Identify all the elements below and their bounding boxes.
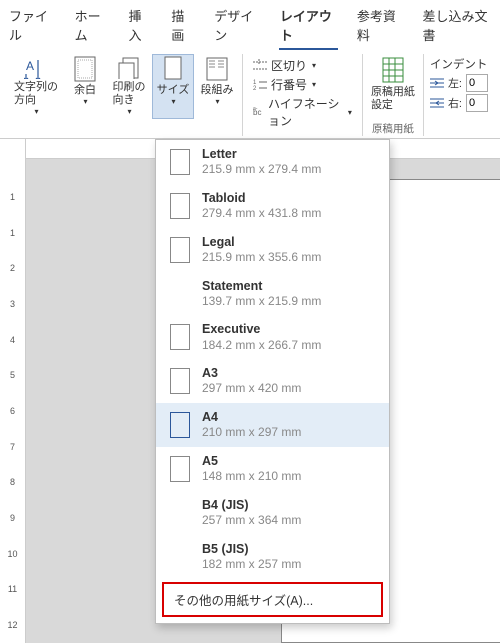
svg-text:a-: a- xyxy=(253,106,258,112)
chevron-down-icon: ▾ xyxy=(215,97,219,107)
hyphenation-icon: bca- xyxy=(253,105,264,119)
page-icon xyxy=(170,412,190,438)
columns-icon xyxy=(205,56,229,82)
size-item-a3[interactable]: A3297 mm x 420 mm xyxy=(156,359,389,403)
manuscript-group-label: 原稿用紙 xyxy=(367,121,419,136)
margins-button[interactable]: 余白▾ xyxy=(64,54,106,119)
indent-left-label: 左: xyxy=(448,75,462,91)
size-dropdown: Letter215.9 mm x 279.4 mm Tabloid279.4 m… xyxy=(155,139,390,624)
breaks-icon xyxy=(253,59,267,73)
more-sizes-highlight: その他の用紙サイズ(A)... xyxy=(162,582,383,617)
tab-insert[interactable]: 挿入 xyxy=(128,4,153,50)
svg-text:2: 2 xyxy=(253,86,257,92)
size-item-statement[interactable]: Statement139.7 mm x 215.9 mm xyxy=(156,272,389,316)
indent-label: インデント xyxy=(430,56,488,72)
size-button[interactable]: サイズ▾ xyxy=(152,54,194,119)
chevron-down-icon: ▾ xyxy=(312,61,316,70)
size-icon xyxy=(161,56,185,82)
workspace: 1123456789101112 Letter215.9 mm x 279.4 … xyxy=(0,139,500,643)
size-item-executive[interactable]: Executive184.2 mm x 266.7 mm xyxy=(156,315,389,359)
page-icon xyxy=(170,193,190,219)
tab-home[interactable]: ホーム xyxy=(74,4,110,50)
page-icon xyxy=(170,368,190,394)
hyphenation-button[interactable]: bca- ハイフネーション▾ xyxy=(249,94,356,130)
tab-draw[interactable]: 描画 xyxy=(170,4,195,50)
size-item-letter[interactable]: Letter215.9 mm x 279.4 mm xyxy=(156,140,389,184)
size-item-b4[interactable]: B4 (JIS)257 mm x 364 mm xyxy=(156,491,389,535)
page-icon xyxy=(170,456,190,482)
chevron-down-icon: ▾ xyxy=(312,80,316,89)
indent-right-input[interactable] xyxy=(466,94,488,112)
tab-file[interactable]: ファイル xyxy=(8,4,56,50)
size-item-b5[interactable]: B5 (JIS)182 mm x 257 mm xyxy=(156,535,389,579)
size-item-legal[interactable]: Legal215.9 mm x 355.6 mm xyxy=(156,228,389,272)
vertical-ruler: 1123456789101112 xyxy=(0,139,26,643)
size-item-a5[interactable]: A5148 mm x 210 mm xyxy=(156,447,389,491)
breaks-button[interactable]: 区切り▾ xyxy=(249,56,320,75)
page-icon xyxy=(170,324,190,350)
line-numbers-icon: 12 xyxy=(253,78,267,92)
text-direction-button[interactable]: A 文字列の 方向▾ xyxy=(10,54,62,119)
columns-button[interactable]: 段組み▾ xyxy=(196,54,238,119)
indent-left-icon xyxy=(430,77,444,89)
text-direction-icon: A xyxy=(24,56,48,79)
indent-right-label: 右: xyxy=(448,95,462,111)
indent-left-input[interactable] xyxy=(466,74,488,92)
svg-text:A: A xyxy=(26,59,34,73)
size-item-a4[interactable]: A4210 mm x 297 mm xyxy=(156,403,389,447)
chevron-down-icon: ▾ xyxy=(34,107,38,117)
tab-references[interactable]: 参考資料 xyxy=(356,4,404,50)
chevron-down-icon: ▾ xyxy=(348,108,352,117)
manuscript-setup-button[interactable]: 原稿用紙 設定 xyxy=(367,54,419,119)
margins-icon xyxy=(73,56,97,82)
page-icon xyxy=(170,149,190,175)
tab-design[interactable]: デザイン xyxy=(213,4,261,50)
page-icon xyxy=(170,237,190,263)
more-paper-sizes-button[interactable]: その他の用紙サイズ(A)... xyxy=(164,584,381,615)
ribbon-tabs: ファイル ホーム 挿入 描画 デザイン レイアウト 参考資料 差し込み文書 xyxy=(0,0,500,50)
chevron-down-icon: ▾ xyxy=(127,107,131,117)
chevron-down-icon: ▾ xyxy=(171,97,175,107)
line-numbers-button[interactable]: 12 行番号▾ xyxy=(249,75,320,94)
size-item-tabloid[interactable]: Tabloid279.4 mm x 431.8 mm xyxy=(156,184,389,228)
indent-right-icon xyxy=(430,97,444,109)
ribbon: A 文字列の 方向▾ 余白▾ 印刷の 向き▾ サイズ▾ 段組み▾ xyxy=(0,50,500,139)
tab-mailings[interactable]: 差し込み文書 xyxy=(422,4,492,50)
manuscript-icon xyxy=(380,56,406,84)
tab-layout[interactable]: レイアウト xyxy=(279,4,338,50)
orientation-button[interactable]: 印刷の 向き▾ xyxy=(108,54,150,119)
chevron-down-icon: ▾ xyxy=(83,97,87,107)
orientation-icon xyxy=(117,56,141,79)
